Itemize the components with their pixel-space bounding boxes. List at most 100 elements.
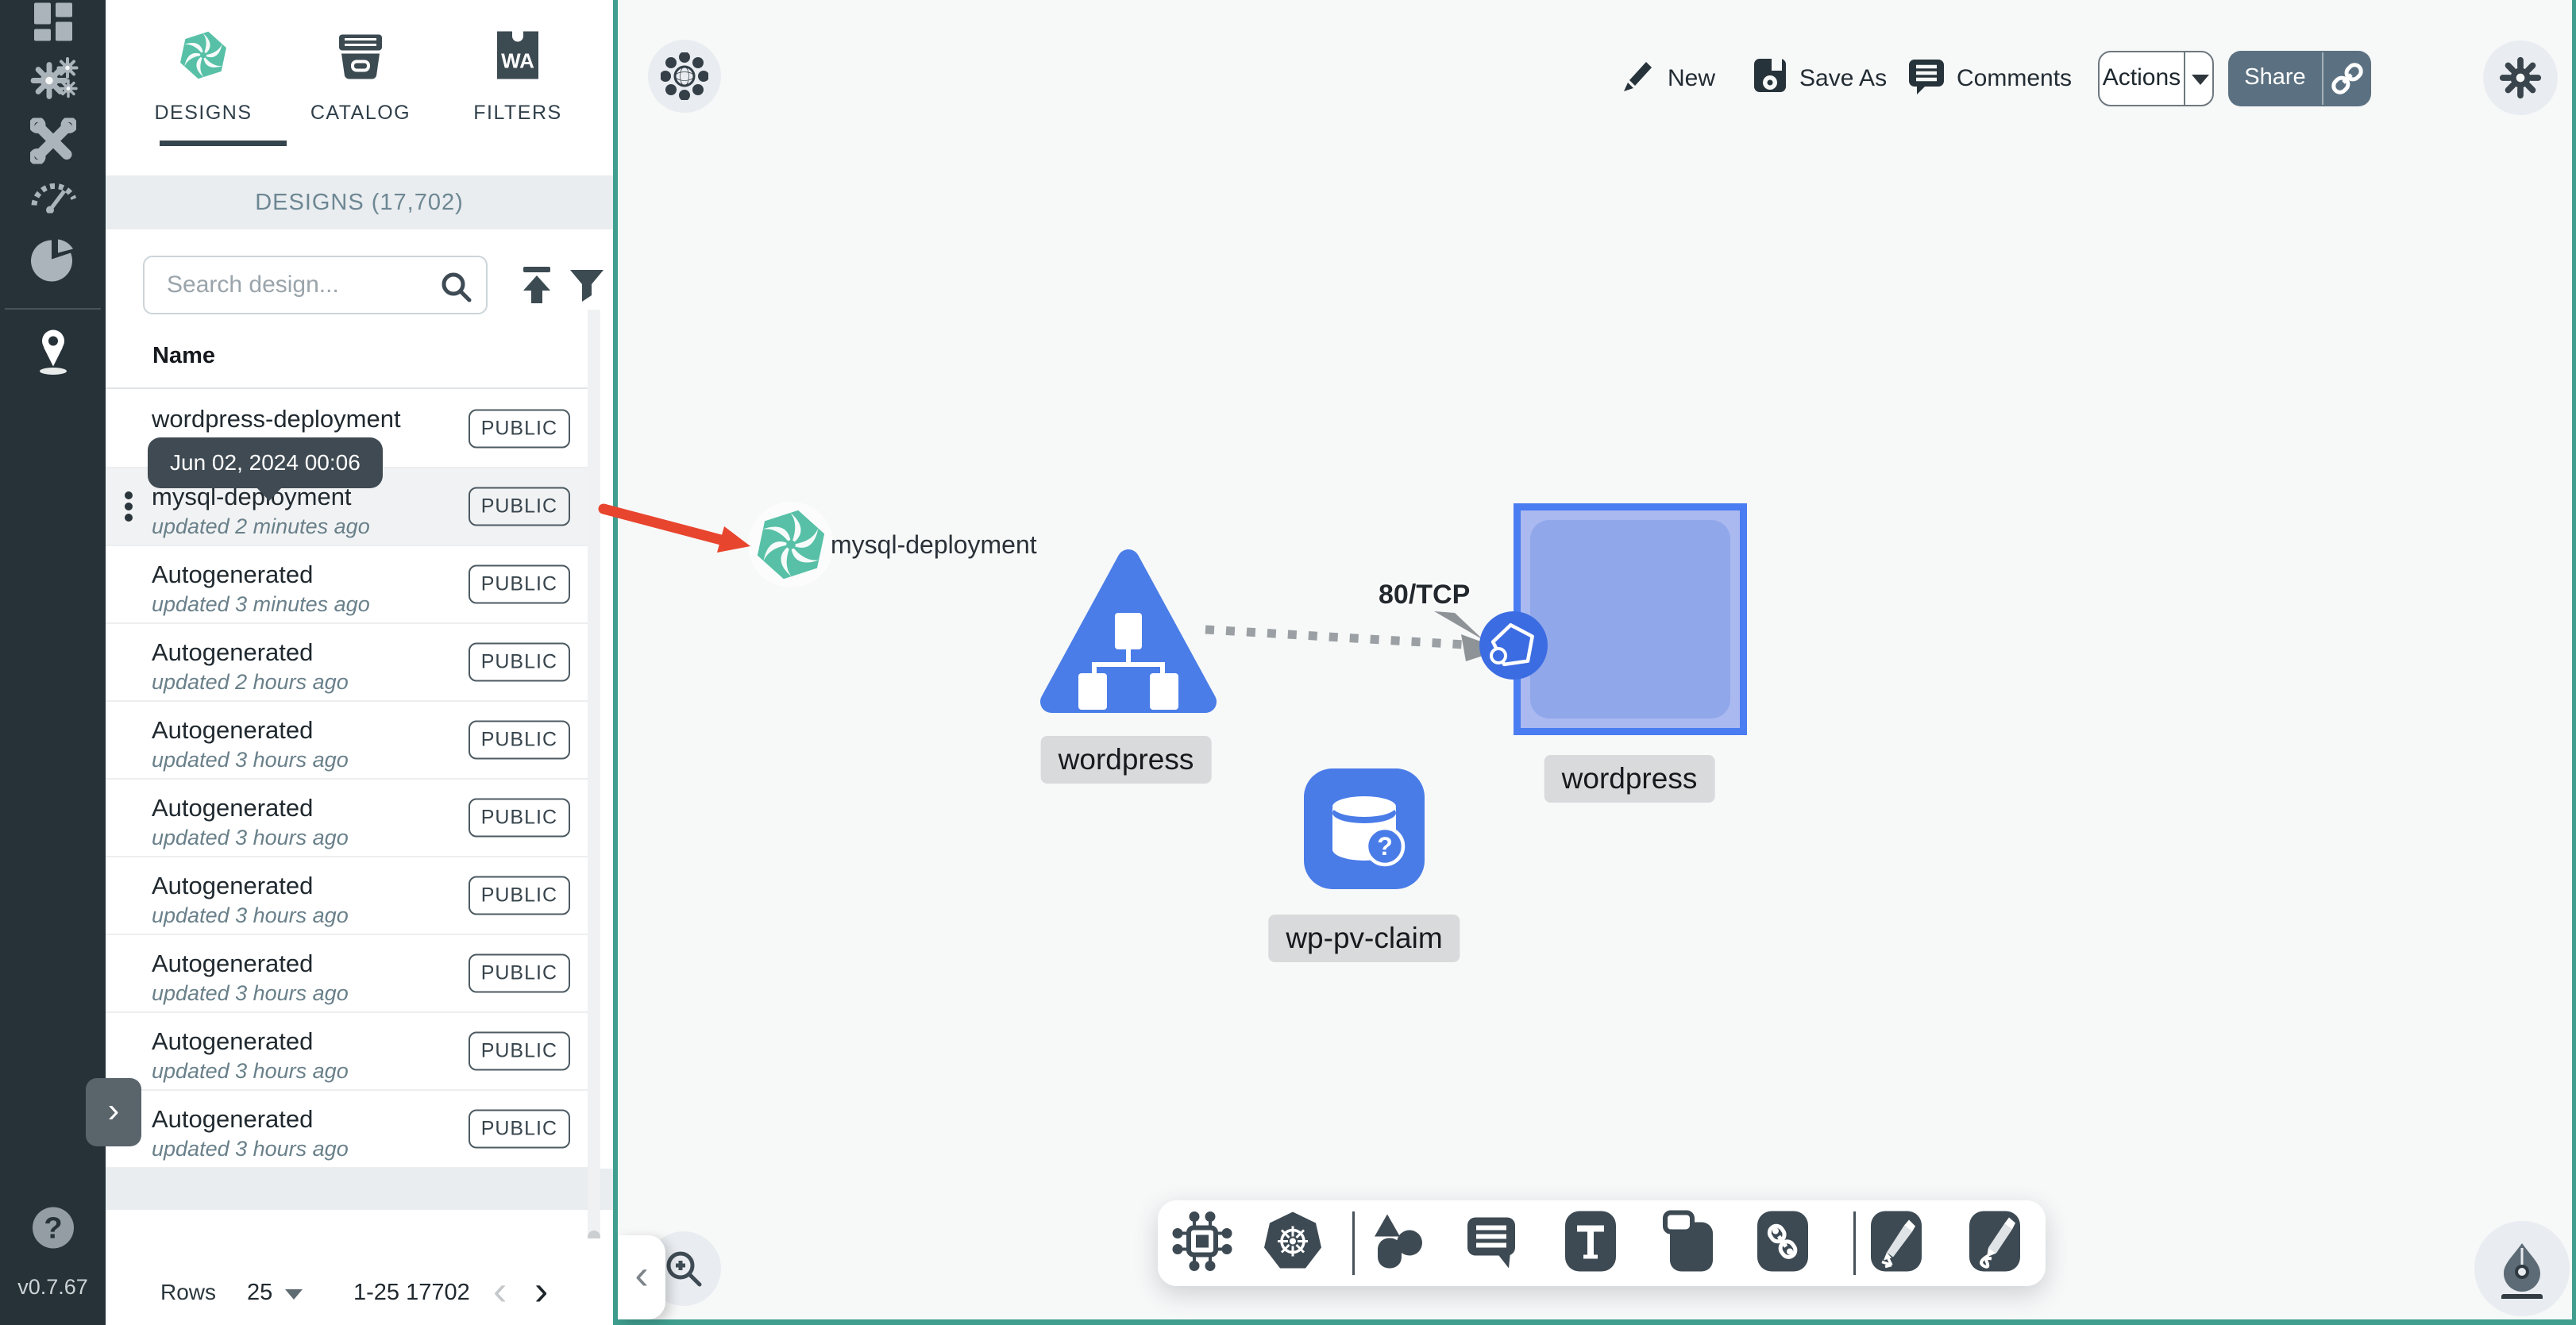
design-list-row[interactable]: Autogenerated updated 3 hours ago PUBLIC bbox=[106, 702, 588, 780]
note-tool[interactable] bbox=[1659, 1210, 1719, 1277]
rows-per-page-caret-icon[interactable] bbox=[285, 1289, 303, 1300]
actions-split-button[interactable]: Actions bbox=[2098, 51, 2214, 106]
design-list-row[interactable]: Autogenerated updated 3 hours ago PUBLIC bbox=[106, 857, 588, 935]
design-list-row[interactable]: Autogenerated updated 3 hours ago PUBLIC bbox=[106, 780, 588, 857]
mysql-node-icon[interactable] bbox=[746, 500, 835, 593]
new-button[interactable]: New bbox=[1620, 51, 1715, 106]
design-pen-nib-button[interactable] bbox=[2474, 1221, 2570, 1316]
link-tool[interactable] bbox=[1753, 1210, 1813, 1277]
visibility-badge[interactable]: PUBLIC bbox=[468, 487, 570, 526]
extensions-icon[interactable] bbox=[30, 239, 76, 290]
design-list-row[interactable]: Autogenerated updated 2 hours ago PUBLIC bbox=[106, 624, 588, 702]
rows-per-page-select[interactable]: 25 bbox=[247, 1280, 272, 1306]
catalog-archive-icon bbox=[336, 31, 385, 84]
tab-catalog[interactable]: CATALOG bbox=[282, 0, 439, 171]
component-shapes-tool[interactable] bbox=[1172, 1211, 1232, 1276]
comment-tool[interactable] bbox=[1461, 1211, 1521, 1276]
design-list-row[interactable]: Autogenerated updated 3 hours ago PUBLIC bbox=[106, 1013, 588, 1091]
mysql-node-label[interactable]: mysql-deployment bbox=[831, 530, 1037, 560]
copy-link-icon[interactable] bbox=[2330, 61, 2365, 100]
canvas-panel-collapse-button[interactable]: ‹ bbox=[618, 1235, 665, 1319]
help-icon[interactable]: ? bbox=[31, 1206, 75, 1254]
svg-text:?: ? bbox=[1377, 832, 1393, 861]
tooltip-text: Jun 02, 2024 00:06 bbox=[170, 450, 361, 475]
row-menu-icon[interactable] bbox=[125, 488, 134, 525]
design-name: Autogenerated bbox=[152, 949, 314, 977]
wordpress-deployment-node[interactable] bbox=[1037, 546, 1220, 733]
design-updated: updated 3 hours ago bbox=[152, 1137, 349, 1161]
design-updated: updated 3 hours ago bbox=[152, 903, 349, 927]
text-tool[interactable] bbox=[1560, 1210, 1621, 1277]
search-icon[interactable] bbox=[438, 269, 473, 308]
mesh-layers-toggle-button[interactable] bbox=[648, 40, 721, 113]
kanvas-pin-icon[interactable] bbox=[29, 324, 77, 380]
performance-gauge-icon[interactable] bbox=[29, 175, 77, 218]
settings-gear-button[interactable] bbox=[2483, 40, 2558, 115]
share-label: Share bbox=[2244, 64, 2306, 90]
updated-date-tooltip: Jun 02, 2024 00:06 bbox=[148, 437, 383, 501]
wp-pv-claim-node[interactable]: ? bbox=[1304, 768, 1425, 893]
panel-header: DESIGNS (17,702) bbox=[106, 175, 613, 229]
wp-pv-claim-label[interactable]: wp-pv-claim bbox=[1268, 915, 1460, 962]
visibility-badge[interactable]: PUBLIC bbox=[468, 1109, 570, 1149]
search-input[interactable] bbox=[167, 262, 429, 308]
design-updated: updated 2 minutes ago bbox=[152, 514, 370, 538]
configuration-wrenches-icon[interactable] bbox=[29, 117, 77, 168]
share-split-button[interactable]: Share bbox=[2228, 51, 2371, 106]
visibility-badge[interactable]: PUBLIC bbox=[468, 876, 570, 915]
visibility-badge[interactable]: PUBLIC bbox=[468, 564, 570, 604]
tab-designs-label: DESIGNS bbox=[154, 102, 253, 124]
actions-label: Actions bbox=[2102, 64, 2181, 91]
active-tab-indicator bbox=[160, 141, 287, 146]
search-box bbox=[143, 256, 488, 314]
design-list-row[interactable]: Autogenerated updated 3 hours ago PUBLIC bbox=[106, 1091, 588, 1169]
comments-button[interactable]: Comments bbox=[1907, 51, 2072, 106]
filter-funnel-icon[interactable] bbox=[569, 267, 605, 307]
actions-dropdown-caret-icon[interactable] bbox=[2192, 75, 2209, 85]
lifecycle-gears-icon[interactable] bbox=[27, 56, 79, 110]
wordpress-service-node[interactable] bbox=[1514, 503, 1747, 735]
wordpress-service-label[interactable]: wordpress bbox=[1544, 755, 1715, 803]
canvas-tools-toolbar bbox=[1158, 1200, 2046, 1286]
edge-port-label[interactable]: 80/TCP bbox=[1379, 580, 1470, 611]
visibility-badge[interactable]: PUBLIC bbox=[468, 953, 570, 993]
tab-designs[interactable]: DESIGNS bbox=[125, 0, 287, 171]
next-page-button[interactable]: › bbox=[534, 1267, 548, 1315]
panel-expand-button[interactable]: › bbox=[86, 1078, 141, 1146]
design-name: Autogenerated bbox=[152, 638, 314, 666]
design-canvas[interactable]: New Save As Comments Actions Share mysql… bbox=[613, 0, 2576, 1325]
prev-page-button[interactable]: ‹ bbox=[493, 1267, 507, 1315]
service-port-badge[interactable] bbox=[1479, 611, 1548, 684]
visibility-badge[interactable]: PUBLIC bbox=[468, 720, 570, 760]
design-list-row[interactable]: Autogenerated updated 3 hours ago PUBLIC bbox=[106, 935, 588, 1013]
wordpress-service-node-body bbox=[1530, 520, 1730, 718]
rail-divider bbox=[5, 308, 101, 310]
save-as-button[interactable]: Save As bbox=[1752, 51, 1887, 106]
pagination-range: 1-25 17702 bbox=[353, 1280, 470, 1305]
design-list-row[interactable]: Autogenerated updated 3 minutes ago PUBL… bbox=[106, 546, 588, 624]
design-name: Autogenerated bbox=[152, 560, 314, 588]
app-version: v0.7.67 bbox=[17, 1275, 88, 1299]
pagination-bar: Rows 25 1-25 17702 ‹ › bbox=[106, 1238, 613, 1325]
visibility-badge[interactable]: PUBLIC bbox=[468, 798, 570, 838]
design-name: Autogenerated bbox=[152, 872, 314, 899]
visibility-badge[interactable]: PUBLIC bbox=[468, 642, 570, 682]
tab-filters-label: FILTERS bbox=[473, 102, 562, 124]
app-root: ? v0.7.67 DESIGNS CATALOG WA FILTERS DES… bbox=[0, 0, 2576, 1325]
pen-tool[interactable] bbox=[1866, 1210, 1926, 1277]
dashboard-icon[interactable] bbox=[33, 2, 74, 47]
visibility-badge[interactable]: PUBLIC bbox=[468, 1031, 570, 1071]
list-scrollbar[interactable] bbox=[588, 310, 600, 1318]
svg-text:?: ? bbox=[44, 1212, 62, 1246]
tab-filters[interactable]: WA FILTERS bbox=[439, 0, 596, 171]
designs-panel: DESIGNS CATALOG WA FILTERS DESIGNS (17,7… bbox=[106, 0, 613, 1325]
visibility-badge[interactable]: PUBLIC bbox=[468, 409, 570, 449]
wordpress-deployment-label[interactable]: wordpress bbox=[1040, 736, 1212, 784]
doodle-tool[interactable] bbox=[1965, 1210, 2025, 1277]
shapes-tool[interactable] bbox=[1367, 1211, 1429, 1277]
pencil-icon bbox=[1620, 57, 1656, 100]
kubernetes-tool[interactable] bbox=[1261, 1211, 1325, 1277]
design-updated: updated 3 hours ago bbox=[152, 748, 349, 772]
meshery-swirl-icon bbox=[177, 29, 229, 86]
import-design-icon[interactable] bbox=[517, 265, 557, 309]
